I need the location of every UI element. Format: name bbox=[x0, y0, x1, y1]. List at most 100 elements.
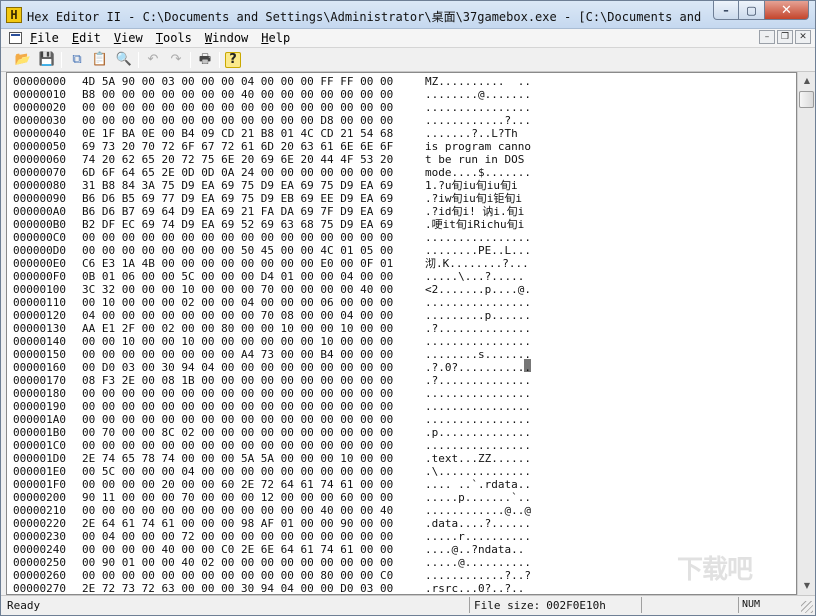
find-icon[interactable]: 🔍 bbox=[114, 51, 134, 69]
hex-row-addr: 000000C0 bbox=[13, 231, 66, 244]
hex-row-ascii: ........s....... bbox=[425, 348, 531, 361]
menu-item-tools[interactable]: Tools bbox=[156, 31, 192, 45]
status-cell bbox=[641, 597, 736, 613]
hex-row-ascii: .....@.......... bbox=[425, 556, 531, 569]
hex-row-bytes: 3C 32 00 00 00 10 00 00 00 70 00 00 00 0… bbox=[82, 283, 394, 296]
resize-grip[interactable] bbox=[801, 601, 813, 613]
mdi-close-button[interactable]: ✕ bbox=[795, 30, 811, 44]
undo-icon[interactable]: ↶ bbox=[143, 51, 163, 69]
close-button[interactable]: ✕ bbox=[765, 1, 809, 20]
hex-row-addr: 000001A0 bbox=[13, 413, 66, 426]
mdi-buttons: – ❐ ✕ bbox=[759, 30, 811, 44]
hex-row-bytes: B6 D6 B7 69 64 D9 EA 69 21 FA DA 69 7F D… bbox=[82, 205, 394, 218]
title-bar[interactable]: H Hex Editor II - C:\Documents and Setti… bbox=[1, 1, 815, 29]
menu-item-help[interactable]: Help bbox=[261, 31, 290, 45]
menu-item-label: dit bbox=[79, 31, 101, 45]
hex-row-bytes: 00 00 00 00 00 00 00 00 00 00 00 00 00 0… bbox=[82, 413, 394, 426]
hex-row-addr: 00000020 bbox=[13, 101, 66, 114]
hex-row-bytes: 00 90 01 00 00 40 02 00 00 00 00 00 00 0… bbox=[82, 556, 394, 569]
hex-row-ascii: ................ bbox=[425, 231, 531, 244]
hex-row-ascii: mode....$....... bbox=[425, 166, 531, 179]
app-icon: H bbox=[6, 7, 22, 23]
hex-row-addr: 000001E0 bbox=[13, 465, 66, 478]
toolbar-separator bbox=[219, 52, 220, 68]
status-ready: Ready bbox=[7, 599, 41, 612]
hex-row-addr: 00000160 bbox=[13, 361, 66, 374]
hex-row-bytes: 00 00 10 00 00 10 00 00 00 00 00 00 10 0… bbox=[82, 335, 394, 348]
hex-row-addr: 000000D0 bbox=[13, 244, 66, 257]
hex-row-addr: 00000060 bbox=[13, 153, 66, 166]
hex-row-bytes: 00 00 00 00 00 00 00 00 00 00 00 00 D8 0… bbox=[82, 114, 394, 127]
hex-row-ascii: ................ bbox=[425, 101, 531, 114]
menu-item-edit[interactable]: Edit bbox=[72, 31, 101, 45]
hex-row-bytes: B6 D6 B5 69 77 D9 EA 69 75 D9 EB 69 EE D… bbox=[82, 192, 394, 205]
hex-row-bytes: 00 00 00 00 00 00 00 00 A4 73 00 00 B4 0… bbox=[82, 348, 394, 361]
hex-row-ascii: .\.............. bbox=[425, 465, 531, 478]
menu-item-label: indow bbox=[212, 31, 249, 45]
hex-row-ascii: ................ bbox=[425, 400, 531, 413]
hex-row-addr: 000001C0 bbox=[13, 439, 66, 452]
paste-icon[interactable]: 📋 bbox=[90, 51, 110, 69]
vertical-scrollbar[interactable]: ▲ ▼ bbox=[797, 72, 815, 595]
hex-row-ascii: .... ..`.rdata.. bbox=[425, 478, 531, 491]
toolbar: 📂 💾 ⧉ 📋 🔍 ↶ ↷ 🖶 ? bbox=[1, 48, 815, 72]
hex-row-addr: 000000A0 bbox=[13, 205, 66, 218]
minimize-button[interactable]: – bbox=[713, 1, 739, 20]
hex-row-ascii: .....\...?..... bbox=[425, 270, 525, 283]
document-icon[interactable] bbox=[9, 32, 22, 44]
hex-row-ascii: .?.............. bbox=[425, 374, 531, 387]
hex-row-bytes: 00 00 00 00 00 00 00 00 00 00 00 00 00 0… bbox=[82, 101, 394, 114]
hex-row-ascii: 沏.K........?... bbox=[425, 257, 529, 270]
window-title: Hex Editor II - C:\Documents and Setting… bbox=[27, 10, 707, 24]
hex-row-ascii: 1.?u旬iu旬iu旬i bbox=[425, 179, 518, 192]
hex-row-addr: 00000110 bbox=[13, 296, 66, 309]
status-file-size: File size: 002F0E10h bbox=[469, 597, 639, 613]
hex-row-ascii: ................ bbox=[425, 413, 531, 426]
hex-row-ascii: ................ bbox=[425, 296, 531, 309]
hex-row-addr: 00000240 bbox=[13, 543, 66, 556]
hex-row-bytes: 0E 1F BA 0E 00 B4 09 CD 21 B8 01 4C CD 2… bbox=[82, 127, 394, 140]
num-lock-indicator: NUM bbox=[738, 597, 778, 613]
menu-item-accelerator: V bbox=[113, 31, 122, 45]
maximize-button[interactable]: ▢ bbox=[739, 1, 765, 20]
hex-row-addr: 00000010 bbox=[13, 88, 66, 101]
print-icon[interactable]: 🖶 bbox=[195, 51, 215, 69]
hex-row-addr: 00000220 bbox=[13, 517, 66, 530]
hex-row-addr: 00000040 bbox=[13, 127, 66, 140]
hex-row-bytes: 6D 6F 64 65 2E 0D 0D 0A 24 00 00 00 00 0… bbox=[82, 166, 394, 179]
hex-row-addr: 00000260 bbox=[13, 569, 66, 582]
hex-row-bytes: 31 B8 84 3A 75 D9 EA 69 75 D9 EA 69 75 D… bbox=[82, 179, 394, 192]
hex-row-ascii: <2.......p....@. bbox=[425, 283, 531, 296]
hex-row-ascii: .data....?...... bbox=[425, 517, 531, 530]
hex-row-ascii: t be run in DOS bbox=[425, 153, 531, 166]
hex-row-addr: 00000200 bbox=[13, 491, 66, 504]
hex-view[interactable]: 00000000 4D 5A 90 00 03 00 00 00 04 00 00… bbox=[6, 72, 797, 595]
mdi-minimize-button[interactable]: – bbox=[759, 30, 775, 44]
menu-item-label: elp bbox=[268, 31, 291, 45]
watermark-logo: 下载吧 bbox=[677, 555, 753, 585]
hex-row-addr: 00000180 bbox=[13, 387, 66, 400]
menu-item-label: ile bbox=[37, 31, 59, 45]
menu-bar: File Edit View Tools Window Help – ❐ ✕ bbox=[1, 29, 815, 48]
hex-row-ascii: ................ bbox=[425, 335, 531, 348]
hex-row-addr: 000001F0 bbox=[13, 478, 66, 491]
copy-icon[interactable]: ⧉ bbox=[67, 51, 87, 69]
save-icon[interactable]: 💾 bbox=[37, 51, 57, 69]
menu-item-window[interactable]: Window bbox=[205, 31, 248, 45]
scroll-thumb[interactable] bbox=[799, 91, 814, 108]
hex-row-addr: 00000100 bbox=[13, 283, 66, 296]
scroll-up-icon[interactable]: ▲ bbox=[799, 73, 815, 89]
hex-row-addr: 00000120 bbox=[13, 309, 66, 322]
mdi-restore-button[interactable]: ❐ bbox=[777, 30, 793, 44]
hex-row-ascii: .......?..L?Th bbox=[425, 127, 518, 140]
menu-item-file[interactable]: File bbox=[30, 31, 59, 45]
menu-item-view[interactable]: View bbox=[114, 31, 143, 45]
help-icon[interactable]: ? bbox=[225, 52, 241, 68]
hex-row-ascii: .哽it旬iRichu旬i bbox=[425, 218, 525, 231]
hex-row-bytes: B2 DF EC 69 74 D9 EA 69 52 69 63 68 75 D… bbox=[82, 218, 394, 231]
status-bar: Ready File size: 002F0E10h NUM bbox=[1, 595, 815, 615]
redo-icon[interactable]: ↷ bbox=[166, 51, 186, 69]
hex-row-bytes: 69 73 20 70 72 6F 67 72 61 6D 20 63 61 6… bbox=[82, 140, 394, 153]
folder-open-icon[interactable]: 📂 bbox=[13, 51, 33, 69]
caption-buttons: – ▢ ✕ bbox=[713, 1, 809, 21]
